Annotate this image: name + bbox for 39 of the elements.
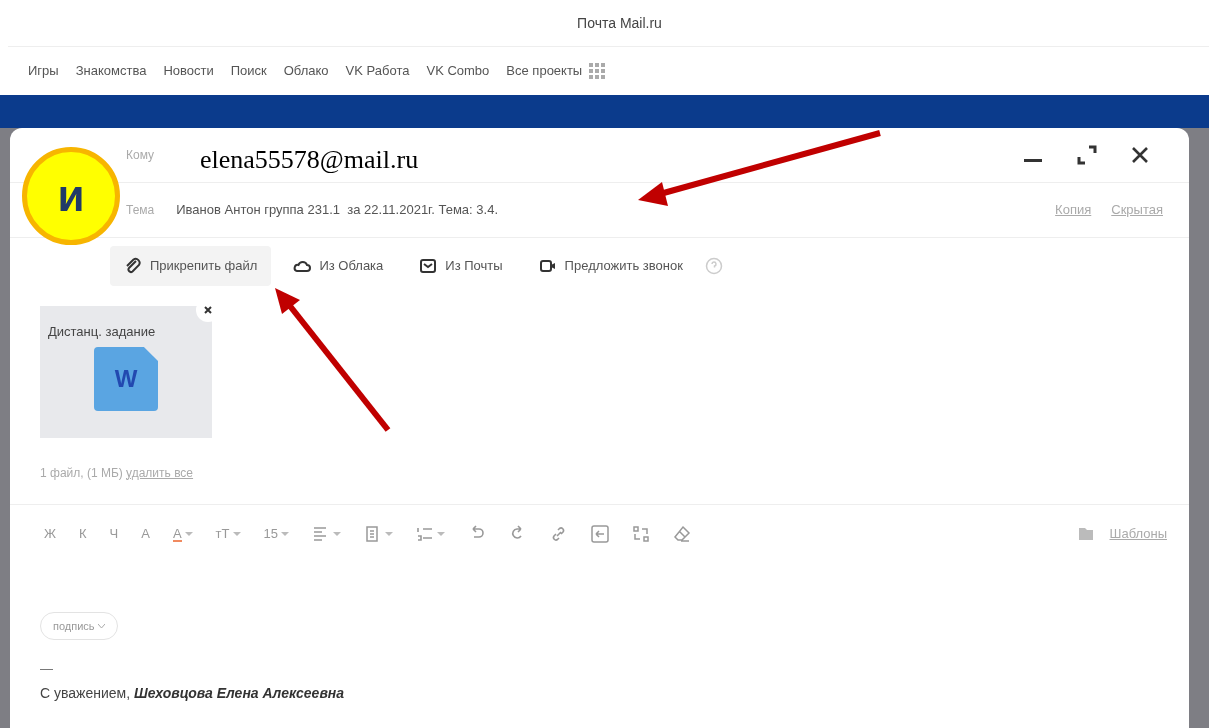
envelope-icon bbox=[419, 256, 438, 275]
signature-dash: — bbox=[39, 660, 54, 675]
attach-action-button[interactable]: Предложить звонок bbox=[524, 246, 697, 286]
attach-action-button[interactable]: Из Почты bbox=[405, 246, 517, 286]
subject-label: Тема bbox=[126, 202, 155, 219]
attachment-summary: 1 файл, (1 МБ) bbox=[40, 464, 123, 482]
close-icon[interactable] bbox=[1131, 146, 1149, 164]
subject-field[interactable]: Иванов Антон группа 231.1 за 22.11.2021г. Тема: 3.4. bbox=[174, 199, 1036, 221]
numbered-list-icon bbox=[416, 525, 434, 543]
insert-icon bbox=[632, 525, 650, 543]
word-file-icon: W bbox=[94, 347, 158, 411]
project-link[interactable]: VK Работа bbox=[345, 61, 410, 81]
caret-icon bbox=[281, 531, 289, 537]
project-link[interactable]: Облако bbox=[283, 61, 329, 81]
templates-icon[interactable] bbox=[1077, 527, 1094, 541]
signature-text: С уважением, Шеховцова Елена Алексеевна bbox=[39, 684, 346, 703]
attachment-name: Дистанц. задание bbox=[48, 322, 157, 341]
attach-action-button[interactable]: Из Облака bbox=[279, 246, 398, 286]
window-title: Почта Mail.ru bbox=[577, 13, 662, 33]
to-label: Кому bbox=[126, 147, 155, 164]
project-link[interactable]: Знакомства bbox=[75, 61, 147, 81]
caret-icon bbox=[184, 531, 193, 537]
attach-action-button[interactable]: Прикрепить файл bbox=[110, 246, 272, 286]
grid-icon[interactable] bbox=[589, 63, 606, 79]
all-projects-link[interactable]: Все проекты bbox=[506, 61, 583, 81]
paperclip-icon bbox=[124, 256, 142, 275]
project-link[interactable]: Поиск bbox=[230, 61, 267, 81]
caret-icon bbox=[437, 531, 445, 537]
expand-icon[interactable] bbox=[1077, 145, 1097, 165]
project-link[interactable]: Игры bbox=[28, 61, 59, 81]
project-link[interactable]: VK Combo bbox=[426, 61, 490, 81]
help-icon[interactable] bbox=[704, 256, 723, 275]
close-icon bbox=[204, 305, 212, 314]
caret-icon bbox=[232, 531, 241, 537]
caret-icon bbox=[97, 624, 105, 630]
project-link[interactable]: Новости bbox=[163, 61, 214, 81]
eraser-icon bbox=[673, 525, 691, 543]
caret-icon bbox=[333, 531, 341, 537]
caret-icon bbox=[385, 531, 393, 537]
